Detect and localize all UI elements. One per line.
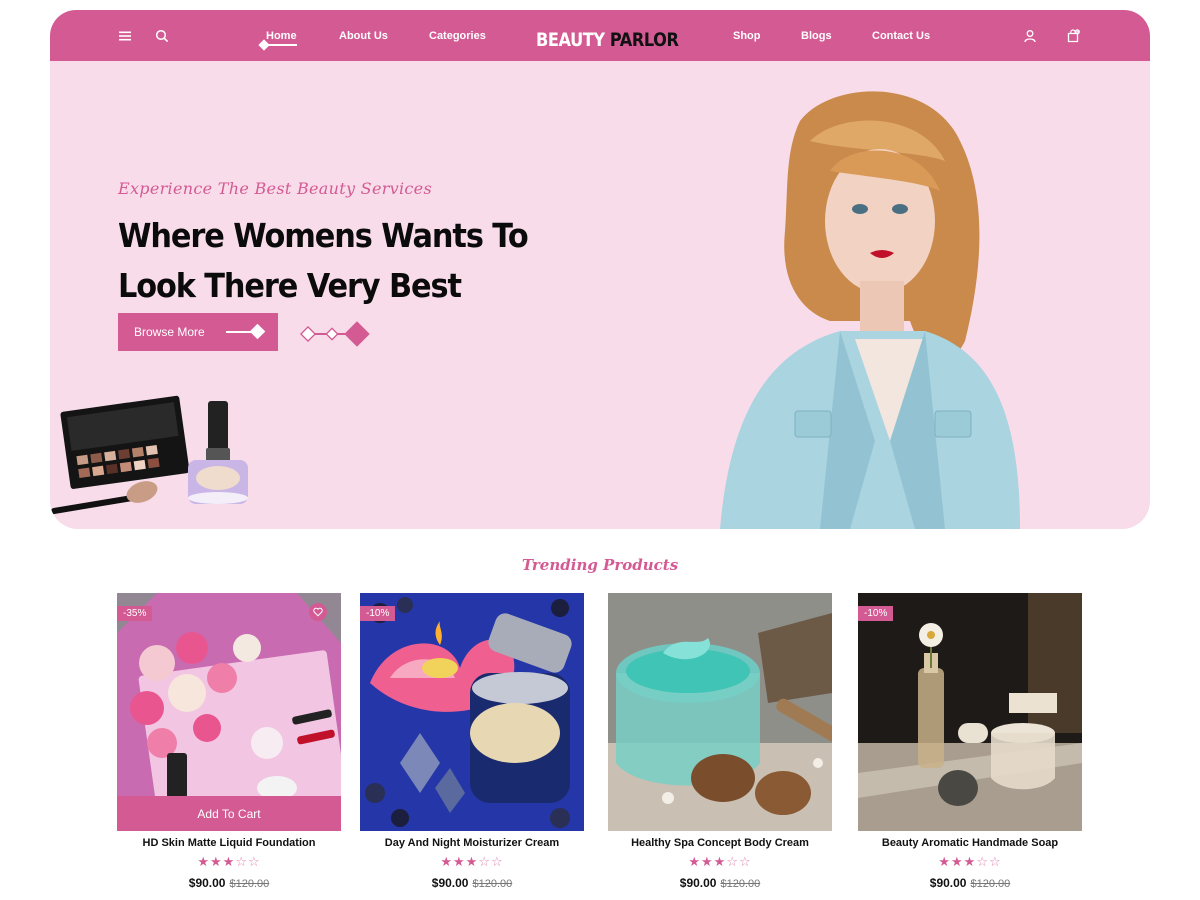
old-price: $120.00 [472, 878, 513, 890]
product-image[interactable] [608, 593, 832, 831]
product-rating: ★★★☆☆ [360, 854, 584, 870]
product-rating: ★★★☆☆ [608, 854, 832, 870]
menu-icon[interactable] [117, 28, 133, 44]
cart-icon[interactable]: 0 [1065, 28, 1081, 44]
product-name[interactable]: Healthy Spa Concept Body Cream [608, 837, 832, 849]
trending-products-title: Trending Products [521, 556, 679, 574]
product-card[interactable]: -10% Day And Night Moisturizer Cream ★★★… [360, 593, 584, 893]
product-card[interactable]: -35% Add To Cart HD Skin Matte Liquid Fo… [117, 593, 341, 893]
wishlist-heart-icon[interactable] [309, 603, 327, 621]
product-image[interactable] [360, 593, 584, 831]
site-header: Home About Us Categories BEAUTY PARLOR S… [50, 10, 1150, 61]
browse-more-button[interactable]: Browse More [118, 313, 278, 351]
product-price: $90.00 $120.00 [117, 874, 341, 892]
star-empty-icon: ☆☆ [478, 854, 504, 869]
current-price: $90.00 [188, 876, 226, 890]
add-to-cart-button[interactable]: Add To Cart [117, 796, 341, 831]
nav-shop[interactable]: Shop [733, 30, 761, 42]
nav-contact-us[interactable]: Contact Us [872, 30, 930, 42]
product-rating: ★★★☆☆ [117, 854, 341, 870]
hero-title-line-2: Look There Very Best [118, 266, 462, 305]
hero-banner: Experience The Best Beauty Services Wher… [50, 61, 1150, 529]
nav-about-us[interactable]: About Us [339, 30, 388, 42]
nav-blogs[interactable]: Blogs [801, 30, 832, 42]
arrow-diamond-icon [249, 323, 266, 340]
hero-title-line-1: Where Womens Wants To [118, 216, 529, 255]
discount-badge: -35% [117, 606, 153, 621]
discount-badge: -10% [858, 606, 894, 621]
nav-categories[interactable]: Categories [429, 30, 486, 42]
current-price: $90.00 [929, 876, 967, 890]
slider-pagination[interactable] [300, 319, 380, 349]
brand-part-1: BEAUTY [536, 29, 605, 51]
search-icon[interactable] [154, 28, 170, 44]
slide-dot-1[interactable] [300, 326, 316, 342]
product-name[interactable]: Day And Night Moisturizer Cream [360, 837, 584, 849]
hero-model-image [720, 91, 1020, 529]
old-price: $120.00 [720, 878, 761, 890]
brand-part-2: PARLOR [609, 29, 679, 51]
slide-dot-3-active[interactable] [344, 321, 370, 347]
product-image[interactable] [858, 593, 1082, 831]
star-empty-icon: ☆☆ [726, 854, 752, 869]
product-name[interactable]: Beauty Aromatic Handmade Soap [858, 837, 1082, 849]
discount-badge: -10% [360, 606, 396, 621]
product-rating: ★★★☆☆ [858, 854, 1082, 870]
slide-dot-2[interactable] [325, 327, 339, 341]
star-filled-icon: ★★★ [688, 854, 727, 869]
star-filled-icon: ★★★ [197, 854, 236, 869]
browse-more-label: Browse More [134, 325, 205, 339]
product-card[interactable]: -10% Beauty Aromatic Handmade Soap ★★★☆☆… [858, 593, 1082, 893]
product-price: $90.00 $120.00 [608, 874, 832, 892]
user-icon[interactable] [1022, 28, 1038, 44]
nav-home[interactable]: Home [266, 30, 297, 42]
current-price: $90.00 [431, 876, 469, 890]
star-filled-icon: ★★★ [440, 854, 479, 869]
old-price: $120.00 [970, 878, 1011, 890]
product-card[interactable]: Healthy Spa Concept Body Cream ★★★☆☆ $90… [608, 593, 832, 893]
star-empty-icon: ☆☆ [976, 854, 1002, 869]
old-price: $120.00 [229, 878, 270, 890]
star-empty-icon: ☆☆ [235, 854, 261, 869]
product-price: $90.00 $120.00 [360, 874, 584, 892]
product-price: $90.00 $120.00 [858, 874, 1082, 892]
star-filled-icon: ★★★ [938, 854, 977, 869]
hero-tagline: Experience The Best Beauty Services [118, 179, 432, 198]
hero-title: Where Womens Wants To Look There Very Be… [118, 211, 529, 311]
product-name[interactable]: HD Skin Matte Liquid Foundation [117, 837, 341, 849]
makeup-products-image [51, 395, 248, 514]
current-price: $90.00 [679, 876, 717, 890]
brand-logo[interactable]: BEAUTY PARLOR [536, 29, 679, 51]
